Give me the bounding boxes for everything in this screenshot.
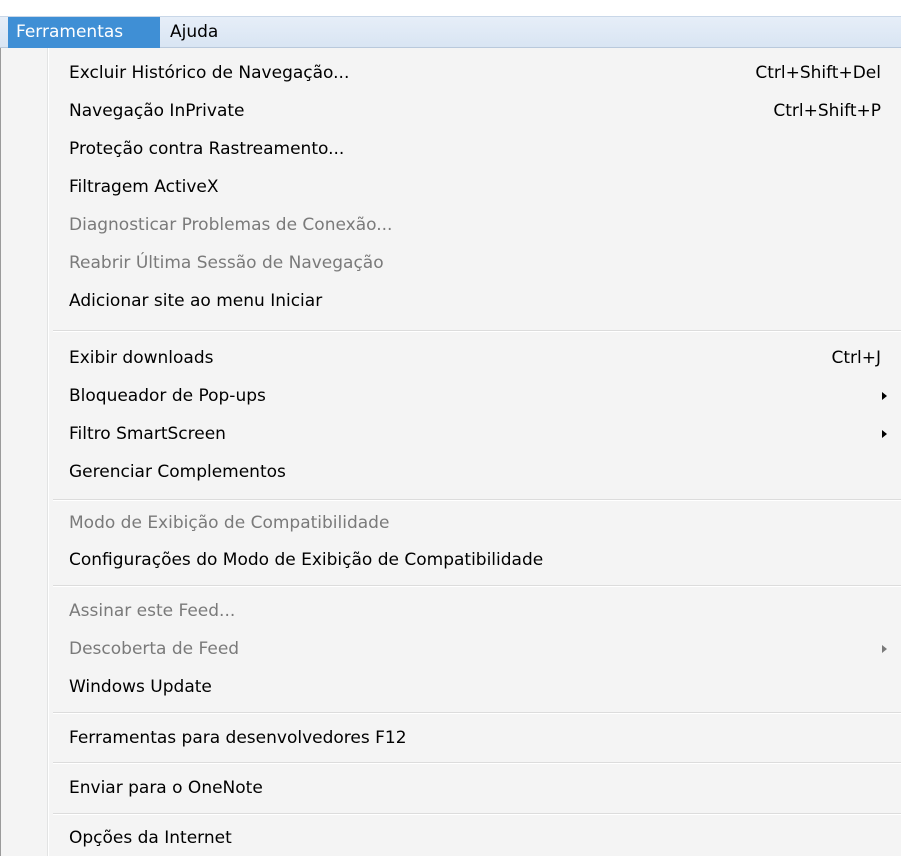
menu-item-label: Assinar este Feed... — [69, 601, 236, 621]
menu-item-label: Ferramentas para desenvolvedores F12 — [69, 728, 407, 748]
menu-bar: Ferramentas Ajuda — [0, 16, 901, 48]
menu-item-windows-update[interactable]: Windows Update — [53, 669, 893, 705]
menu-separator — [53, 585, 901, 587]
menu-item-label: Exibir downloads — [69, 348, 214, 368]
menubar-ferramentas[interactable]: Ferramentas — [8, 17, 160, 48]
menu-item-label: Adicionar site ao menu Iniciar — [69, 291, 323, 311]
screen: Ferramentas Ajuda Excluir Histórico de N… — [0, 0, 901, 856]
menu-item-enviar-onenote[interactable]: Enviar para o OneNote — [53, 770, 893, 806]
menu-item-label: Reabrir Última Sessão de Navegação — [69, 253, 384, 273]
menu-separator — [53, 813, 901, 815]
menu-item-label: Configurações do Modo de Exibição de Com… — [69, 550, 544, 570]
menu-item-label: Modo de Exibição de Compatibilidade — [69, 513, 390, 533]
menu-item-diagnosticar-problemas[interactable]: Diagnosticar Problemas de Conexão... — [53, 207, 893, 243]
menu-item-label: Proteção contra Rastreamento... — [69, 139, 345, 159]
menu-item-label: Gerenciar Complementos — [69, 462, 286, 482]
menu-item-label: Bloqueador de Pop-ups — [69, 386, 266, 406]
menu-item-label: Diagnosticar Problemas de Conexão... — [69, 215, 393, 235]
menu-separator — [53, 330, 901, 332]
menu-item-config-modo-compatibilidade[interactable]: Configurações do Modo de Exibição de Com… — [53, 542, 893, 578]
menu-item-adicionar-site-iniciar[interactable]: Adicionar site ao menu Iniciar — [53, 283, 893, 319]
tools-dropdown-menu: Excluir Histórico de Navegação... Ctrl+S… — [0, 48, 901, 856]
menu-item-label: Navegação InPrivate — [69, 101, 245, 121]
submenu-arrow-icon — [882, 430, 887, 438]
submenu-arrow-icon — [882, 645, 887, 653]
menu-item-modo-compatibilidade[interactable]: Modo de Exibição de Compatibilidade — [53, 505, 893, 541]
menubar-ajuda[interactable]: Ajuda — [162, 17, 242, 48]
menu-item-reabrir-sessao[interactable]: Reabrir Última Sessão de Navegação — [53, 245, 893, 281]
menu-item-filtro-smartscreen[interactable]: Filtro SmartScreen — [53, 416, 893, 452]
menu-separator — [53, 712, 901, 714]
menu-item-label: Excluir Histórico de Navegação... — [69, 63, 350, 83]
menu-item-shortcut: Ctrl+J — [831, 348, 881, 368]
menu-item-navegacao-inprivate[interactable]: Navegação InPrivate Ctrl+Shift+P — [53, 93, 893, 129]
window-title-fragment — [0, 0, 901, 16]
menu-item-filtragem-activex[interactable]: Filtragem ActiveX — [53, 169, 893, 205]
menu-separator — [53, 762, 901, 764]
menu-item-protecao-rastreamento[interactable]: Proteção contra Rastreamento... — [53, 131, 893, 167]
menu-item-label: Filtro SmartScreen — [69, 424, 226, 444]
menu-item-bloqueador-popups[interactable]: Bloqueador de Pop-ups — [53, 378, 893, 414]
menu-item-shortcut: Ctrl+Shift+Del — [755, 63, 881, 83]
menu-item-label: Windows Update — [69, 677, 212, 697]
menu-item-assinar-feed[interactable]: Assinar este Feed... — [53, 593, 893, 629]
menu-item-shortcut: Ctrl+Shift+P — [773, 101, 881, 121]
menu-item-label: Enviar para o OneNote — [69, 778, 263, 798]
menu-item-gerenciar-complementos[interactable]: Gerenciar Complementos — [53, 454, 893, 490]
menu-item-label: Opções da Internet — [69, 828, 232, 848]
submenu-arrow-icon — [882, 392, 887, 400]
menu-separator — [53, 499, 901, 501]
menu-item-label: Filtragem ActiveX — [69, 177, 219, 197]
menu-gutter-highlight — [48, 48, 49, 856]
menu-item-descoberta-feed[interactable]: Descoberta de Feed — [53, 631, 893, 667]
menu-item-ferramentas-f12[interactable]: Ferramentas para desenvolvedores F12 — [53, 720, 893, 756]
menu-item-opcoes-internet[interactable]: Opções da Internet — [53, 820, 893, 856]
menu-item-exibir-downloads[interactable]: Exibir downloads Ctrl+J — [53, 340, 893, 376]
menu-item-excluir-historico[interactable]: Excluir Histórico de Navegação... Ctrl+S… — [53, 55, 893, 91]
menu-item-label: Descoberta de Feed — [69, 639, 240, 659]
